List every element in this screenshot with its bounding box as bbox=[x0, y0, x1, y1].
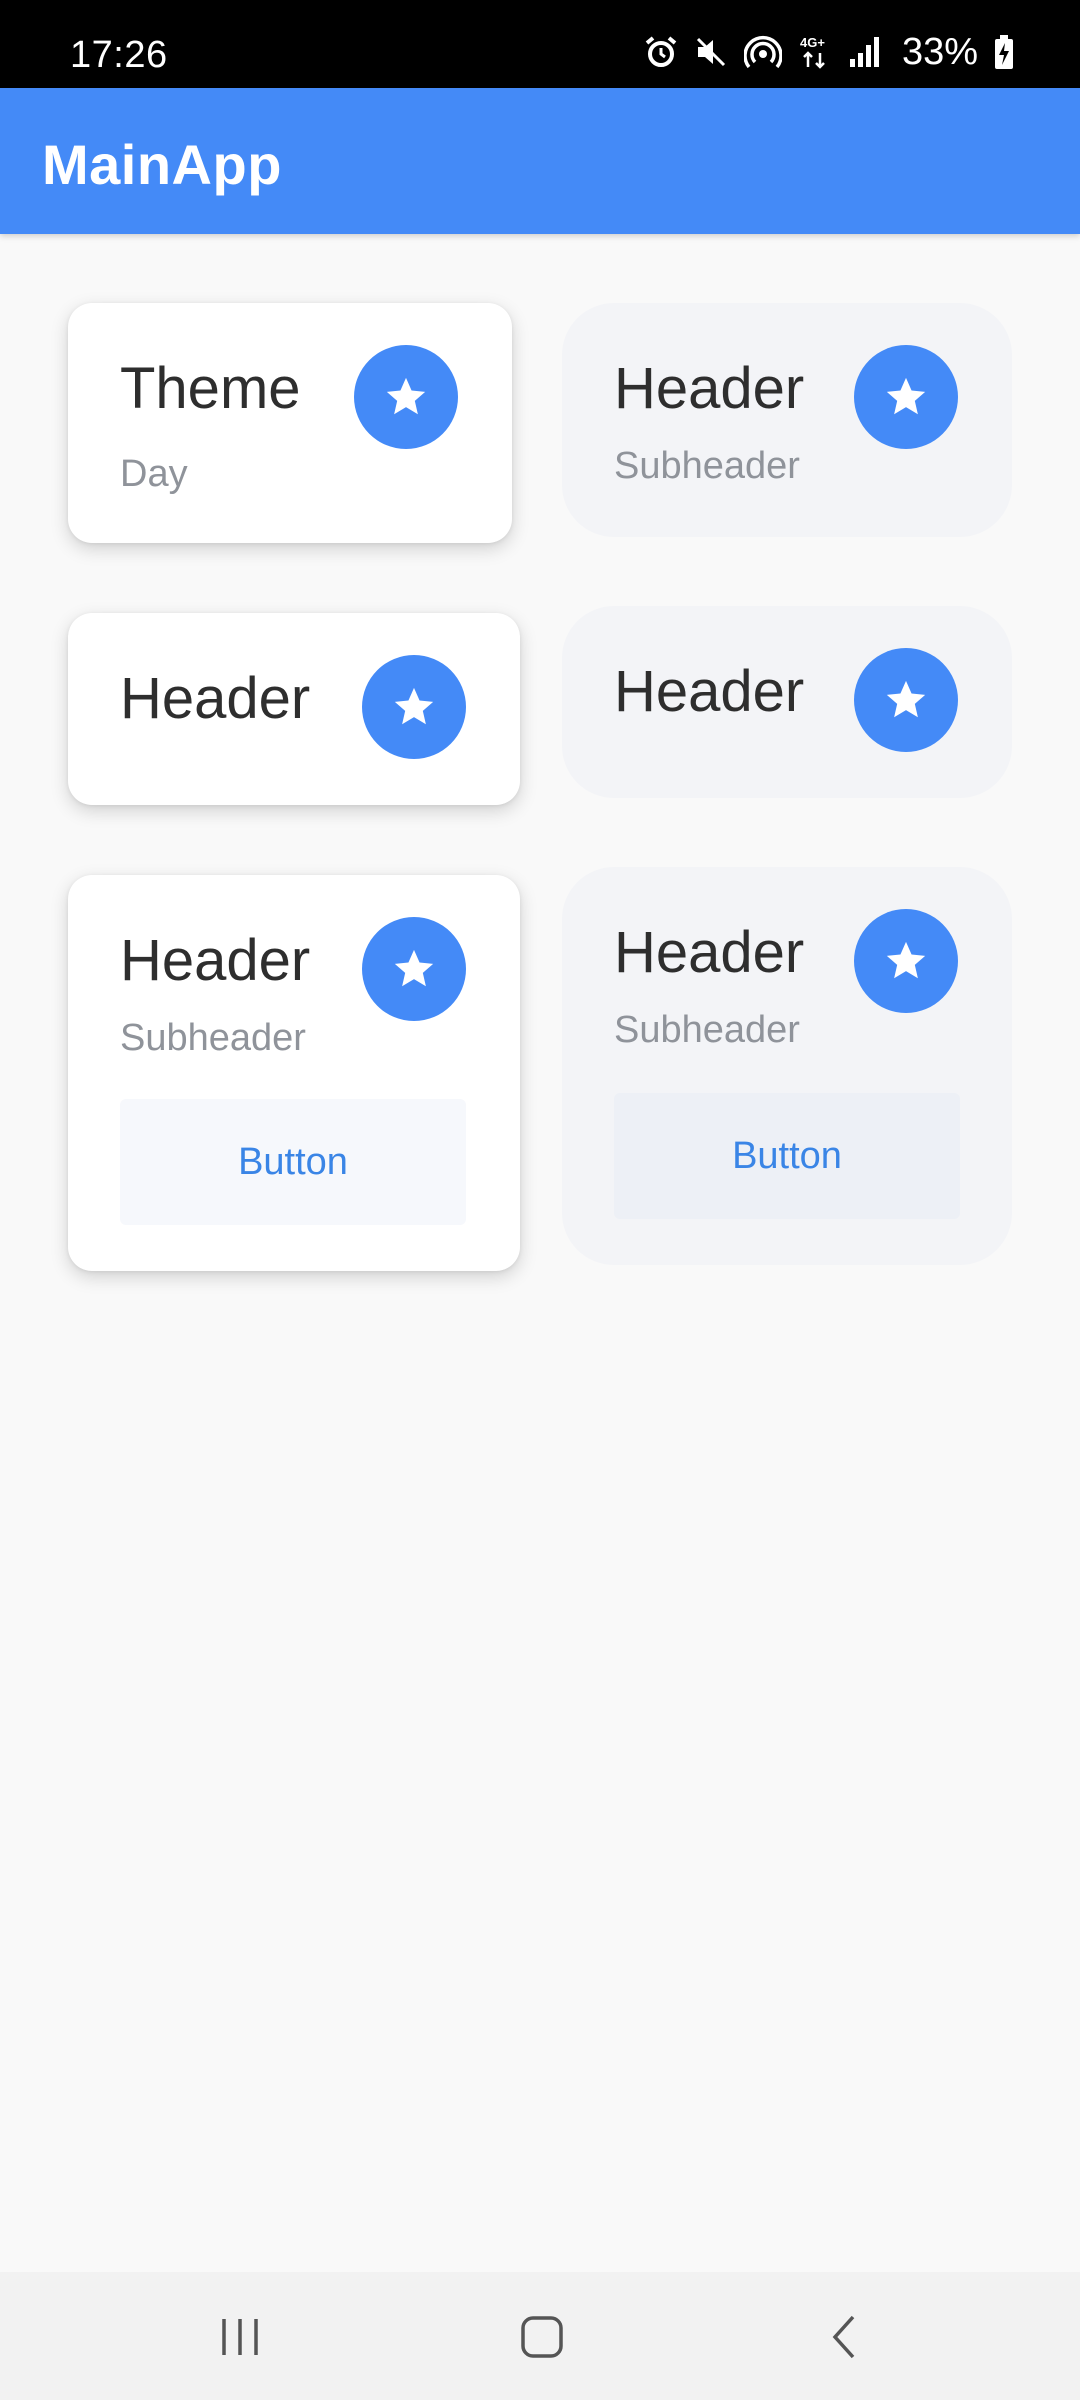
alarm-icon bbox=[645, 36, 677, 67]
star-button[interactable] bbox=[362, 655, 466, 759]
recent-apps-icon bbox=[222, 2319, 258, 2355]
battery-percent: 33% bbox=[901, 30, 978, 73]
header-card[interactable]: Header Subheader bbox=[562, 303, 1012, 537]
header-button-card[interactable]: Header Subheader Button bbox=[562, 867, 1012, 1265]
star-icon bbox=[394, 949, 434, 987]
star-button[interactable] bbox=[854, 345, 958, 449]
status-bar: 17:26 4G+ 33% bbox=[0, 0, 1080, 88]
svg-text:4G+: 4G+ bbox=[800, 35, 825, 50]
star-icon bbox=[394, 687, 434, 725]
back-icon bbox=[832, 2315, 855, 2359]
signal-icon bbox=[849, 37, 879, 67]
star-button[interactable] bbox=[854, 909, 958, 1013]
app-bar: MainApp bbox=[0, 88, 1080, 234]
header-card[interactable]: Header bbox=[562, 606, 1012, 798]
star-button[interactable] bbox=[354, 345, 458, 449]
card-subheader: Subheader bbox=[614, 1009, 800, 1051]
star-icon bbox=[886, 377, 926, 415]
star-button[interactable] bbox=[854, 648, 958, 752]
card-header: Header bbox=[614, 356, 805, 421]
back-button[interactable] bbox=[784, 2302, 904, 2372]
card-header: Header bbox=[614, 659, 805, 724]
card-action-button[interactable]: Button bbox=[120, 1099, 466, 1225]
status-icons: 4G+ 33% bbox=[644, 30, 1014, 74]
recent-apps-button[interactable] bbox=[180, 2302, 300, 2372]
mute-icon bbox=[696, 37, 725, 67]
hotspot-icon bbox=[743, 36, 782, 69]
card-header: Header bbox=[120, 928, 311, 993]
home-icon bbox=[521, 2316, 563, 2358]
header-card[interactable]: Header bbox=[68, 613, 520, 805]
card-subheader: Subheader bbox=[120, 1017, 306, 1059]
system-nav-bar bbox=[0, 2272, 1080, 2400]
header-button-card[interactable]: Header Subheader Button bbox=[68, 875, 520, 1271]
battery-charging-icon bbox=[995, 35, 1013, 69]
star-button[interactable] bbox=[362, 917, 466, 1021]
card-subheader: Subheader bbox=[614, 445, 800, 487]
card-header: Header bbox=[614, 920, 805, 985]
card-header: Theme bbox=[120, 356, 301, 421]
star-icon bbox=[886, 680, 926, 718]
home-button[interactable] bbox=[482, 2302, 602, 2372]
status-time: 17:26 bbox=[70, 34, 168, 76]
card-subheader: Day bbox=[120, 453, 188, 495]
app-title: MainApp bbox=[42, 133, 282, 196]
star-icon bbox=[386, 377, 426, 415]
theme-card[interactable]: Theme Day bbox=[68, 303, 512, 543]
network-4g-icon: 4G+ bbox=[800, 35, 825, 69]
card-action-button[interactable]: Button bbox=[614, 1093, 960, 1219]
card-header: Header bbox=[120, 666, 311, 731]
star-icon bbox=[886, 941, 926, 979]
